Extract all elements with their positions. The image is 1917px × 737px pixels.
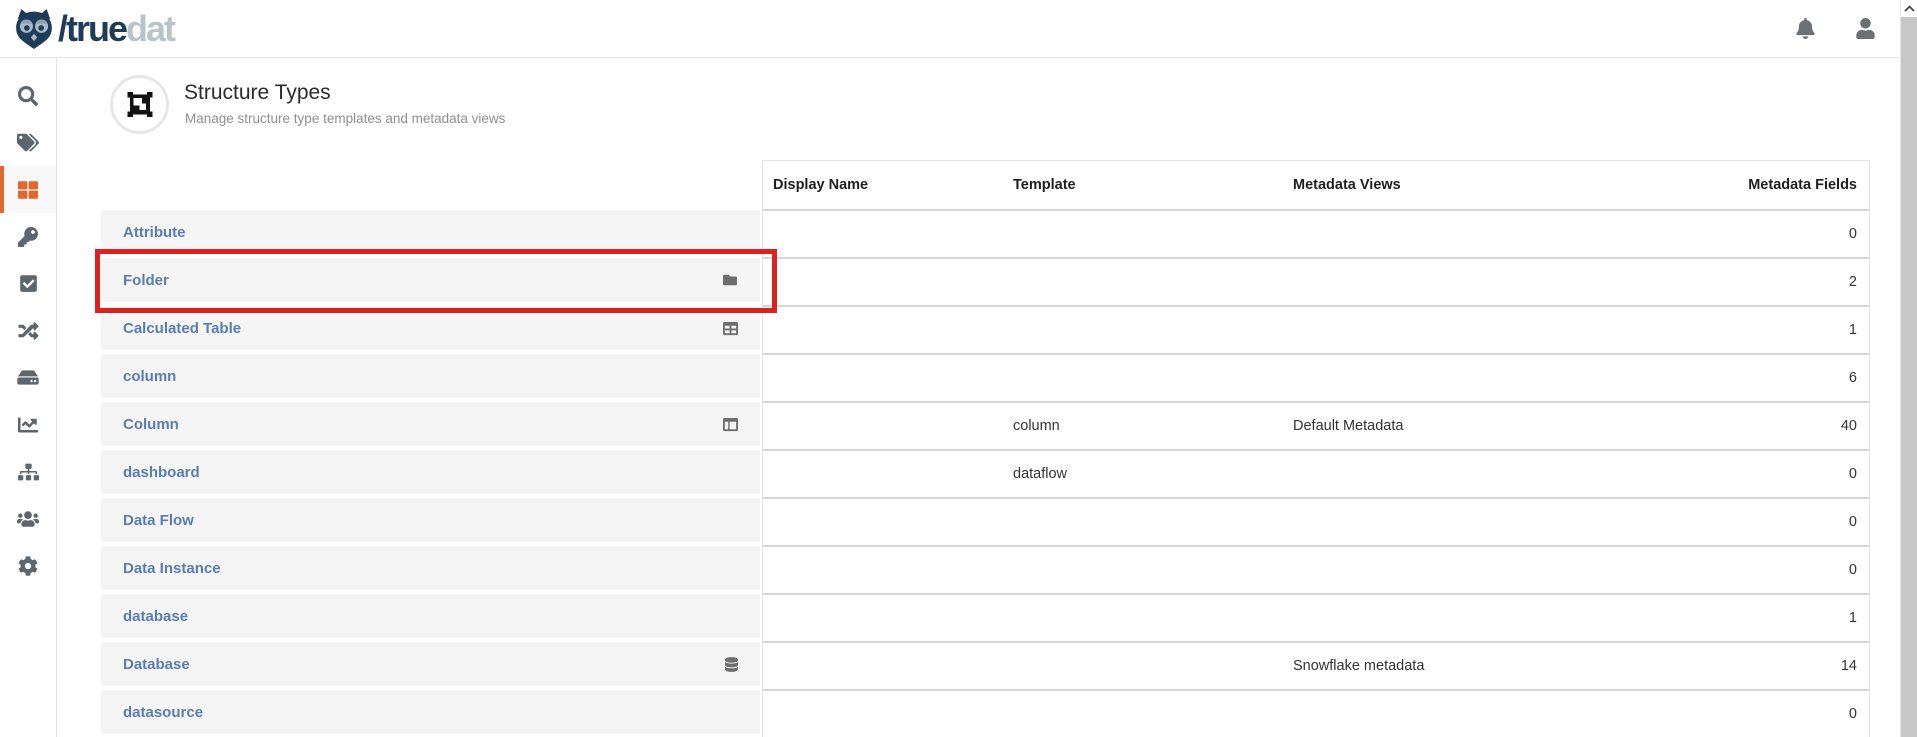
cell-metadata-fields: 0 [1563,226,1869,242]
cell-template: dataflow [1003,466,1283,482]
structure-type-link[interactable]: Data Instance [123,560,221,577]
cell-metadata-fields: 0 [1563,562,1869,578]
list-item-attribute: Attribute [101,210,760,254]
structure-type-link[interactable]: Calculated Table [123,320,241,337]
cell-metadata-views: Snowflake metadata [1283,658,1563,674]
columns-icon [723,417,738,432]
table-row: 2 [763,257,1869,305]
sidebar-item-tags[interactable] [0,119,56,166]
cell-metadata-fields: 40 [1563,418,1869,434]
cell-metadata-fields: 14 [1563,658,1869,674]
structure-type-link[interactable]: Database [123,656,190,673]
left-sidebar [0,58,57,737]
cell-metadata-fields: 0 [1563,514,1869,530]
truedat-owl-icon [13,8,55,50]
vertical-scrollbar[interactable] [1900,0,1917,737]
column-header-metadata-views: Metadata Views [1283,177,1563,193]
sidebar-item-users[interactable] [0,495,56,542]
table-row: 0 [763,545,1869,593]
table-row: column Default Metadata 40 [763,401,1869,449]
tags-icon [17,133,39,152]
wordmark-light: dat [126,8,174,49]
list-item-database-lower: database [101,594,760,638]
topbar-actions [1796,18,1875,39]
sidebar-item-settings[interactable] [0,542,56,589]
list-item-database: Database [101,642,760,686]
table-icon [723,321,738,336]
cell-metadata-views: Default Metadata [1283,418,1563,434]
table-row: 1 [763,593,1869,641]
cell-metadata-fields: 0 [1563,466,1869,482]
list-item-data-instance: Data Instance [101,546,760,590]
chevron-up-icon [1904,5,1915,12]
table-row: Snowflake metadata 14 [763,641,1869,689]
chart-line-icon [18,415,38,435]
wordmark-dark: /true [58,8,126,49]
structure-types-table: Display Name Template Metadata Views Met… [762,160,1870,737]
wordmark: /truedat [58,11,174,47]
page-icon-circle [110,75,169,134]
table-row: dataflow 0 [763,449,1869,497]
user-icon[interactable] [1856,18,1875,39]
sidebar-item-data-sources[interactable] [0,354,56,401]
sidebar-item-taxonomy[interactable] [0,448,56,495]
structure-type-link[interactable]: datasource [123,704,203,721]
structure-type-link[interactable]: Column [123,416,179,433]
list-item-column: Column [101,402,760,446]
truedat-logo[interactable]: /truedat [13,8,174,50]
grid-icon [18,180,38,200]
gear-icon [18,556,38,576]
search-icon [18,86,38,106]
structure-type-link[interactable]: dashboard [123,464,200,481]
table-row: 6 [763,353,1869,401]
top-bar: /truedat [0,0,1917,58]
structure-type-list: Attribute Folder Calculated Table column… [101,210,760,737]
table-row: 0 [763,209,1869,257]
bell-icon[interactable] [1796,18,1815,39]
structure-type-link[interactable]: database [123,608,188,625]
check-square-icon [19,274,38,293]
cell-metadata-fields: 6 [1563,370,1869,386]
list-item-data-flow: Data Flow [101,498,760,542]
table-row: 0 [763,497,1869,545]
list-item-dashboard: dashboard [101,450,760,494]
page-title: Structure Types [184,81,331,105]
column-header-template: Template [1003,177,1283,193]
list-item-calculated-table: Calculated Table [101,306,760,350]
column-header-display-name: Display Name [763,177,1003,193]
structure-type-link[interactable]: column [123,368,176,385]
structure-type-link[interactable]: Folder [123,272,169,289]
table-row: 0 [763,689,1869,737]
page-subtitle: Manage structure type templates and meta… [185,111,505,126]
structure-type-link[interactable]: Data Flow [123,512,194,529]
cell-template: column [1003,418,1283,434]
database-icon [725,657,738,672]
table-row: 1 [763,305,1869,353]
sidebar-item-lineage[interactable] [0,307,56,354]
sidebar-item-permissions[interactable] [0,213,56,260]
cell-metadata-fields: 1 [1563,322,1869,338]
sidebar-item-quality[interactable] [0,260,56,307]
structure-type-icon [126,91,154,118]
cell-metadata-fields: 2 [1563,274,1869,290]
cell-metadata-fields: 0 [1563,706,1869,722]
sidebar-item-structure-types[interactable] [0,166,56,213]
structure-type-link[interactable]: Attribute [123,224,186,241]
shuffle-icon [18,321,39,341]
key-icon [18,227,38,247]
column-header-metadata-fields: Metadata Fields [1563,177,1869,193]
table-header-row: Display Name Template Metadata Views Met… [763,161,1869,209]
drive-icon [17,368,39,387]
list-item-datasource: datasource [101,690,760,734]
list-item-column-lower: column [101,354,760,398]
sitemap-icon [18,463,39,481]
sidebar-item-dashboards[interactable] [0,401,56,448]
list-item-folder: Folder [101,258,760,302]
scroll-up-button[interactable] [1901,0,1917,17]
cell-metadata-fields: 1 [1563,610,1869,626]
users-icon [17,510,39,528]
sidebar-item-search[interactable] [0,72,56,119]
folder-icon [722,273,738,287]
